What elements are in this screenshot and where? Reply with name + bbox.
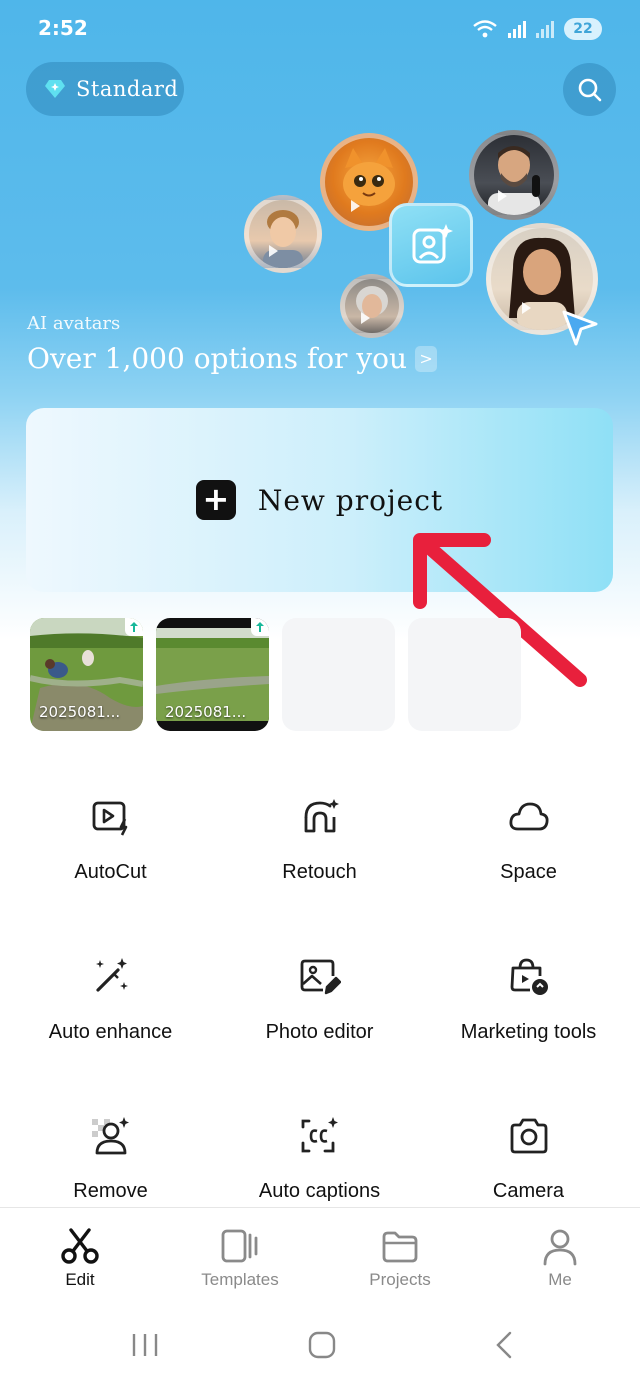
draft-name: 2025081... (39, 703, 121, 721)
tool-auto-enhance[interactable]: Auto enhance (4, 955, 217, 1044)
marketing-bag-icon (507, 955, 551, 999)
bottom-nav: Edit Templates Projects Me (0, 1207, 640, 1307)
nav-label: Me (548, 1270, 572, 1289)
cursor-icon (562, 310, 598, 346)
captions-icon (298, 1114, 342, 1158)
person-icon (488, 146, 540, 215)
remove-person-icon (89, 1114, 133, 1158)
signal-icon-2 (536, 20, 554, 38)
scissors-icon (0, 1226, 160, 1266)
status-time: 2:52 (38, 16, 88, 40)
tool-label: Space (500, 861, 557, 883)
profile-icon (480, 1226, 640, 1266)
tool-remove[interactable]: Remove (4, 1114, 217, 1203)
magic-wand-icon (89, 955, 133, 999)
tool-label: Auto enhance (48, 1021, 173, 1043)
nav-me[interactable]: Me (480, 1226, 640, 1290)
nav-label: Edit (65, 1270, 95, 1289)
nav-label: Templates (201, 1270, 279, 1289)
diamond-icon (45, 80, 65, 98)
standard-plan-button[interactable]: Standard (26, 62, 184, 116)
avatar-young-man[interactable] (244, 195, 322, 273)
status-bar: 2:52 22 (0, 0, 640, 60)
tool-label: Camera (492, 1180, 565, 1202)
camera-icon (507, 1114, 551, 1158)
hero-title: Over 1,000 options for you (27, 342, 408, 375)
nav-templates[interactable]: Templates (160, 1226, 320, 1290)
system-nav-bar (0, 1308, 640, 1388)
person-icon (356, 286, 388, 318)
empty-draft-slot (408, 618, 521, 731)
autocut-icon (89, 795, 133, 839)
draft-name: 2025081... (165, 703, 247, 721)
home-icon[interactable] (307, 1330, 337, 1360)
upload-icon (125, 618, 143, 636)
recent-apps-icon[interactable] (130, 1330, 160, 1360)
ai-avatar-badge[interactable] (389, 203, 473, 287)
avatar-older-woman[interactable] (340, 274, 404, 338)
signal-icon (508, 20, 526, 38)
plus-icon: + (195, 480, 236, 520)
empty-draft-slot (282, 618, 395, 731)
tool-photo-editor[interactable]: Photo editor (213, 955, 426, 1044)
search-button[interactable] (563, 63, 616, 116)
search-icon (578, 78, 601, 101)
play-icon (498, 190, 507, 203)
tool-auto-captions[interactable]: Auto captions (213, 1114, 426, 1203)
tool-label: Auto captions (258, 1180, 381, 1202)
hero-subtitle: AI avatars (27, 313, 121, 334)
status-icons: 22 (472, 18, 602, 40)
tool-retouch[interactable]: Retouch (213, 795, 426, 884)
play-icon (351, 199, 361, 212)
avatar-sparkle-icon (412, 224, 453, 264)
tool-camera[interactable]: Camera (422, 1114, 635, 1203)
tool-autocut[interactable]: AutoCut (4, 795, 217, 884)
back-icon[interactable] (490, 1330, 520, 1360)
chevron-right-icon: > (415, 345, 438, 372)
tool-space[interactable]: Space (422, 795, 635, 884)
wifi-icon (473, 20, 497, 38)
person-icon (263, 210, 303, 268)
avatar-bearded-man[interactable] (469, 130, 559, 220)
hero-title-link[interactable]: Over 1,000 options for you > (27, 342, 438, 375)
recent-drafts: 2025081... 2025081... (30, 618, 521, 731)
tool-label: Remove (73, 1180, 148, 1202)
tool-marketing-tools[interactable]: Marketing tools (422, 955, 635, 1044)
templates-icon (160, 1226, 320, 1266)
photo-edit-icon (298, 955, 342, 999)
cloud-icon (507, 795, 551, 839)
upload-icon (251, 618, 269, 636)
retouch-icon (298, 795, 342, 839)
draft-thumbnail[interactable]: 2025081... (30, 618, 143, 731)
new-project-label: New project (257, 483, 444, 517)
play-icon (269, 245, 279, 258)
draft-thumbnail[interactable]: 2025081... (156, 618, 269, 731)
play-icon (521, 301, 531, 314)
tool-label: Retouch (282, 861, 357, 883)
play-icon (361, 312, 371, 325)
tool-label: AutoCut (74, 861, 147, 883)
folder-icon (320, 1226, 480, 1266)
standard-label: Standard (76, 77, 179, 101)
nav-edit[interactable]: Edit (0, 1226, 160, 1290)
nav-projects[interactable]: Projects (320, 1226, 480, 1290)
tool-label: Photo editor (265, 1021, 374, 1043)
battery-indicator: 22 (564, 18, 602, 40)
nav-label: Projects (369, 1270, 431, 1289)
tool-label: Marketing tools (460, 1021, 597, 1043)
